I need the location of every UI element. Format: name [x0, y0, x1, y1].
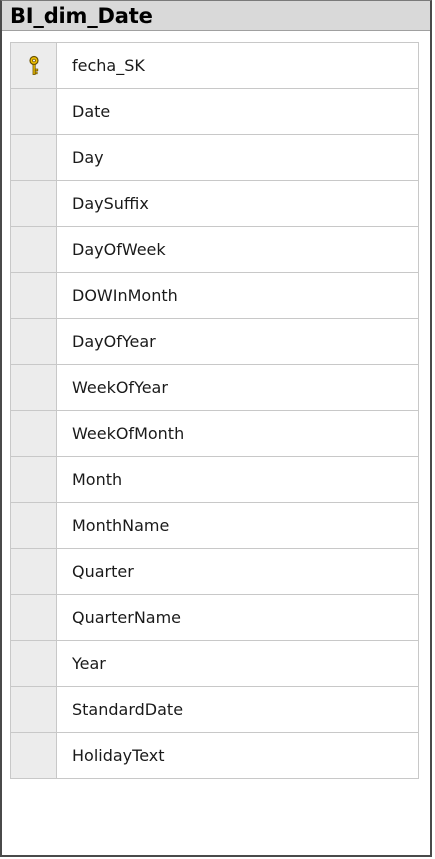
column-row[interactable]: DayOfYear [11, 319, 419, 365]
column-row[interactable]: Day [11, 135, 419, 181]
column-row[interactable]: DayOfWeek [11, 227, 419, 273]
row-selector[interactable] [11, 273, 57, 318]
column-grid: fecha_SK Date Day DaySuffix DayOfWeek DO… [10, 42, 419, 779]
table-designer-window[interactable]: BI_dim_Date fecha_SK Date Day DaySuffix … [0, 0, 432, 857]
column-row[interactable]: fecha_SK [11, 43, 419, 89]
row-selector[interactable] [11, 227, 57, 272]
row-selector[interactable] [11, 503, 57, 548]
row-selector[interactable] [11, 135, 57, 180]
row-selector[interactable] [11, 733, 57, 778]
column-row[interactable]: Quarter [11, 549, 419, 595]
row-selector[interactable] [11, 181, 57, 226]
column-row[interactable]: HolidayText [11, 733, 419, 779]
column-name[interactable]: Year [57, 641, 419, 686]
column-name[interactable]: QuarterName [57, 595, 419, 640]
column-name[interactable]: Quarter [57, 549, 419, 594]
row-selector[interactable] [11, 365, 57, 410]
column-name[interactable]: DayOfYear [57, 319, 419, 364]
title-bar[interactable]: BI_dim_Date [2, 1, 430, 31]
column-row[interactable]: Date [11, 89, 419, 135]
column-row[interactable]: DOWInMonth [11, 273, 419, 319]
column-name[interactable]: WeekOfYear [57, 365, 419, 410]
row-selector[interactable] [11, 411, 57, 456]
row-selector[interactable] [11, 319, 57, 364]
row-selector[interactable] [11, 457, 57, 502]
column-name[interactable]: Day [57, 135, 419, 180]
row-selector[interactable] [11, 89, 57, 134]
primary-key-icon [28, 55, 39, 75]
row-selector[interactable] [11, 641, 57, 686]
row-selector[interactable] [11, 595, 57, 640]
column-name[interactable]: HolidayText [57, 733, 419, 778]
column-row[interactable]: DaySuffix [11, 181, 419, 227]
row-selector[interactable] [11, 43, 57, 88]
table-title: BI_dim_Date [10, 3, 153, 28]
column-row[interactable]: StandardDate [11, 687, 419, 733]
column-name[interactable]: Month [57, 457, 419, 502]
column-row[interactable]: Year [11, 641, 419, 687]
column-name[interactable]: WeekOfMonth [57, 411, 419, 456]
column-row[interactable]: WeekOfYear [11, 365, 419, 411]
column-row[interactable]: QuarterName [11, 595, 419, 641]
column-name[interactable]: DOWInMonth [57, 273, 419, 318]
column-row[interactable]: Month [11, 457, 419, 503]
column-name[interactable]: Date [57, 89, 419, 134]
row-selector[interactable] [11, 549, 57, 594]
column-name[interactable]: StandardDate [57, 687, 419, 732]
column-name[interactable]: fecha_SK [57, 43, 419, 88]
row-selector[interactable] [11, 687, 57, 732]
column-name[interactable]: DaySuffix [57, 181, 419, 226]
column-name[interactable]: DayOfWeek [57, 227, 419, 272]
column-row[interactable]: MonthName [11, 503, 419, 549]
column-name[interactable]: MonthName [57, 503, 419, 548]
column-row[interactable]: WeekOfMonth [11, 411, 419, 457]
